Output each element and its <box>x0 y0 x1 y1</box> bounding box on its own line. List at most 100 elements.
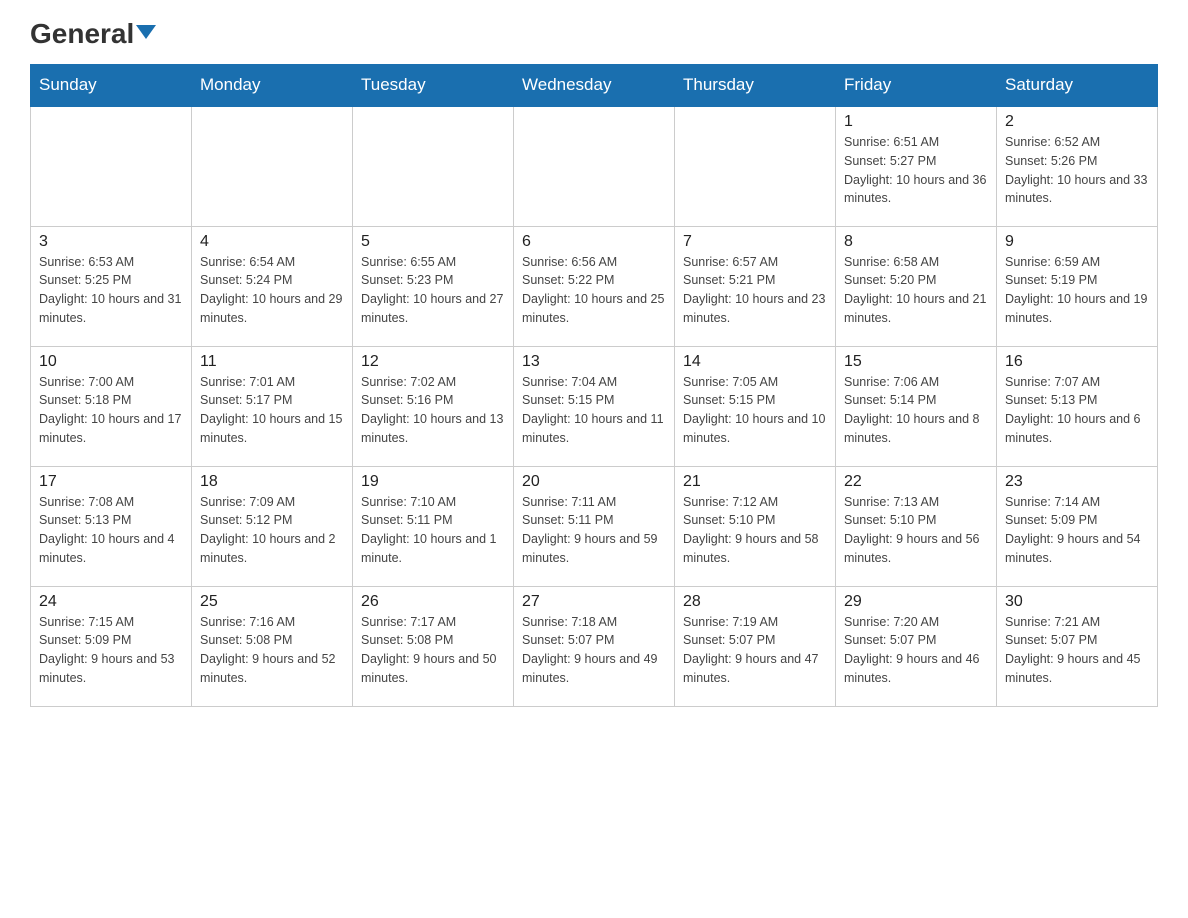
day-number: 29 <box>844 593 988 611</box>
day-number: 3 <box>39 233 183 251</box>
calendar-cell: 6Sunrise: 6:56 AMSunset: 5:22 PMDaylight… <box>514 226 675 346</box>
calendar-table: SundayMondayTuesdayWednesdayThursdayFrid… <box>30 64 1158 707</box>
calendar-week-row: 10 Sunrise: 7:00 AMSunset: 5:18 PMDayligh… <box>31 346 1158 466</box>
day-number: 27 <box>522 593 666 611</box>
day-info: Sunrise: 7:14 AMSunset: 5:09 PMDaylight:… <box>1005 493 1149 568</box>
calendar-cell: 4Sunrise: 6:54 AMSunset: 5:24 PMDaylight… <box>192 226 353 346</box>
day-info: Sunrise: 6:59 AMSunset: 5:19 PMDaylight:… <box>1005 253 1149 328</box>
weekday-header-thursday: Thursday <box>675 65 836 107</box>
calendar-cell <box>675 106 836 226</box>
day-number: 12 <box>361 353 505 371</box>
day-number: 9 <box>1005 233 1149 251</box>
day-number: 30 <box>1005 593 1149 611</box>
day-number: 25 <box>200 593 344 611</box>
calendar-cell: 3 Sunrise: 6:53 AMSunset: 5:25 PMDaylight… <box>31 226 192 346</box>
calendar-cell: 17 Sunrise: 7:08 AMSunset: 5:13 PMDayligh… <box>31 466 192 586</box>
calendar-cell: 19 Sunrise: 7:10 AMSunset: 5:11 PMDayligh… <box>353 466 514 586</box>
calendar-cell: 25 Sunrise: 7:16 AMSunset: 5:08 PMDayligh… <box>192 586 353 706</box>
day-number: 6 <box>522 233 666 251</box>
calendar-cell: 5 Sunrise: 6:55 AMSunset: 5:23 PMDaylight… <box>353 226 514 346</box>
calendar-cell: 9 Sunrise: 6:59 AMSunset: 5:19 PMDaylight… <box>997 226 1158 346</box>
calendar-cell: 10 Sunrise: 7:00 AMSunset: 5:18 PMDayligh… <box>31 346 192 466</box>
day-info: Sunrise: 7:13 AMSunset: 5:10 PMDaylight:… <box>844 493 988 568</box>
calendar-cell: 29Sunrise: 7:20 AMSunset: 5:07 PMDayligh… <box>836 586 997 706</box>
day-info: Sunrise: 7:04 AMSunset: 5:15 PMDaylight:… <box>522 373 666 448</box>
logo-triangle-icon <box>136 25 156 39</box>
weekday-header-row: SundayMondayTuesdayWednesdayThursdayFrid… <box>31 65 1158 107</box>
day-number: 17 <box>39 473 183 491</box>
day-info: Sunrise: 7:02 AMSunset: 5:16 PMDaylight:… <box>361 373 505 448</box>
calendar-week-row: 1 Sunrise: 6:51 AMSunset: 5:27 PMDaylight… <box>31 106 1158 226</box>
day-info: Sunrise: 7:11 AMSunset: 5:11 PMDaylight:… <box>522 493 666 568</box>
day-info: Sunrise: 6:58 AMSunset: 5:20 PMDaylight:… <box>844 253 988 328</box>
day-info: Sunrise: 7:12 AMSunset: 5:10 PMDaylight:… <box>683 493 827 568</box>
day-info: Sunrise: 6:51 AMSunset: 5:27 PMDaylight:… <box>844 133 988 208</box>
calendar-cell: 21Sunrise: 7:12 AMSunset: 5:10 PMDayligh… <box>675 466 836 586</box>
day-info: Sunrise: 7:15 AMSunset: 5:09 PMDaylight:… <box>39 613 183 688</box>
calendar-week-row: 24Sunrise: 7:15 AMSunset: 5:09 PMDayligh… <box>31 586 1158 706</box>
day-info: Sunrise: 7:00 AMSunset: 5:18 PMDaylight:… <box>39 373 183 448</box>
day-number: 28 <box>683 593 827 611</box>
day-info: Sunrise: 7:19 AMSunset: 5:07 PMDaylight:… <box>683 613 827 688</box>
calendar-cell: 2 Sunrise: 6:52 AMSunset: 5:26 PMDaylight… <box>997 106 1158 226</box>
calendar-cell: 15 Sunrise: 7:06 AMSunset: 5:14 PMDayligh… <box>836 346 997 466</box>
day-number: 5 <box>361 233 505 251</box>
day-number: 11 <box>200 353 344 371</box>
day-number: 8 <box>844 233 988 251</box>
day-info: Sunrise: 6:53 AMSunset: 5:25 PMDaylight:… <box>39 253 183 328</box>
calendar-cell: 27 Sunrise: 7:18 AMSunset: 5:07 PMDayligh… <box>514 586 675 706</box>
day-number: 23 <box>1005 473 1149 491</box>
day-info: Sunrise: 7:18 AMSunset: 5:07 PMDaylight:… <box>522 613 666 688</box>
day-info: Sunrise: 7:05 AMSunset: 5:15 PMDaylight:… <box>683 373 827 448</box>
calendar-cell: 22Sunrise: 7:13 AMSunset: 5:10 PMDayligh… <box>836 466 997 586</box>
day-info: Sunrise: 6:55 AMSunset: 5:23 PMDaylight:… <box>361 253 505 328</box>
weekday-header-friday: Friday <box>836 65 997 107</box>
day-number: 2 <box>1005 113 1149 131</box>
calendar-cell: 11Sunrise: 7:01 AMSunset: 5:17 PMDayligh… <box>192 346 353 466</box>
weekday-header-monday: Monday <box>192 65 353 107</box>
calendar-cell: 18 Sunrise: 7:09 AMSunset: 5:12 PMDayligh… <box>192 466 353 586</box>
page-header: General <box>30 20 1158 44</box>
day-number: 13 <box>522 353 666 371</box>
day-info: Sunrise: 7:09 AMSunset: 5:12 PMDaylight:… <box>200 493 344 568</box>
day-number: 16 <box>1005 353 1149 371</box>
day-number: 26 <box>361 593 505 611</box>
day-info: Sunrise: 7:07 AMSunset: 5:13 PMDaylight:… <box>1005 373 1149 448</box>
day-info: Sunrise: 6:54 AMSunset: 5:24 PMDaylight:… <box>200 253 344 328</box>
day-number: 1 <box>844 113 988 131</box>
calendar-cell <box>514 106 675 226</box>
calendar-cell: 12 Sunrise: 7:02 AMSunset: 5:16 PMDayligh… <box>353 346 514 466</box>
calendar-cell: 7 Sunrise: 6:57 AMSunset: 5:21 PMDaylight… <box>675 226 836 346</box>
weekday-header-tuesday: Tuesday <box>353 65 514 107</box>
day-info: Sunrise: 6:52 AMSunset: 5:26 PMDaylight:… <box>1005 133 1149 208</box>
day-number: 18 <box>200 473 344 491</box>
calendar-cell: 23 Sunrise: 7:14 AMSunset: 5:09 PMDayligh… <box>997 466 1158 586</box>
day-number: 15 <box>844 353 988 371</box>
calendar-cell: 30 Sunrise: 7:21 AMSunset: 5:07 PMDayligh… <box>997 586 1158 706</box>
day-number: 19 <box>361 473 505 491</box>
day-info: Sunrise: 7:16 AMSunset: 5:08 PMDaylight:… <box>200 613 344 688</box>
calendar-cell: 28 Sunrise: 7:19 AMSunset: 5:07 PMDayligh… <box>675 586 836 706</box>
logo-general-text: General <box>30 20 156 48</box>
day-info: Sunrise: 7:17 AMSunset: 5:08 PMDaylight:… <box>361 613 505 688</box>
day-info: Sunrise: 7:06 AMSunset: 5:14 PMDaylight:… <box>844 373 988 448</box>
calendar-cell: 26 Sunrise: 7:17 AMSunset: 5:08 PMDayligh… <box>353 586 514 706</box>
calendar-cell <box>353 106 514 226</box>
day-info: Sunrise: 6:57 AMSunset: 5:21 PMDaylight:… <box>683 253 827 328</box>
day-number: 10 <box>39 353 183 371</box>
calendar-cell: 8 Sunrise: 6:58 AMSunset: 5:20 PMDaylight… <box>836 226 997 346</box>
calendar-week-row: 17 Sunrise: 7:08 AMSunset: 5:13 PMDayligh… <box>31 466 1158 586</box>
calendar-cell: 1 Sunrise: 6:51 AMSunset: 5:27 PMDaylight… <box>836 106 997 226</box>
day-info: Sunrise: 7:08 AMSunset: 5:13 PMDaylight:… <box>39 493 183 568</box>
day-info: Sunrise: 7:10 AMSunset: 5:11 PMDaylight:… <box>361 493 505 568</box>
calendar-week-row: 3 Sunrise: 6:53 AMSunset: 5:25 PMDaylight… <box>31 226 1158 346</box>
calendar-cell <box>192 106 353 226</box>
calendar-cell: 20 Sunrise: 7:11 AMSunset: 5:11 PMDayligh… <box>514 466 675 586</box>
weekday-header-wednesday: Wednesday <box>514 65 675 107</box>
day-info: Sunrise: 7:21 AMSunset: 5:07 PMDaylight:… <box>1005 613 1149 688</box>
weekday-header-saturday: Saturday <box>997 65 1158 107</box>
day-number: 14 <box>683 353 827 371</box>
day-number: 20 <box>522 473 666 491</box>
day-number: 7 <box>683 233 827 251</box>
weekday-header-sunday: Sunday <box>31 65 192 107</box>
